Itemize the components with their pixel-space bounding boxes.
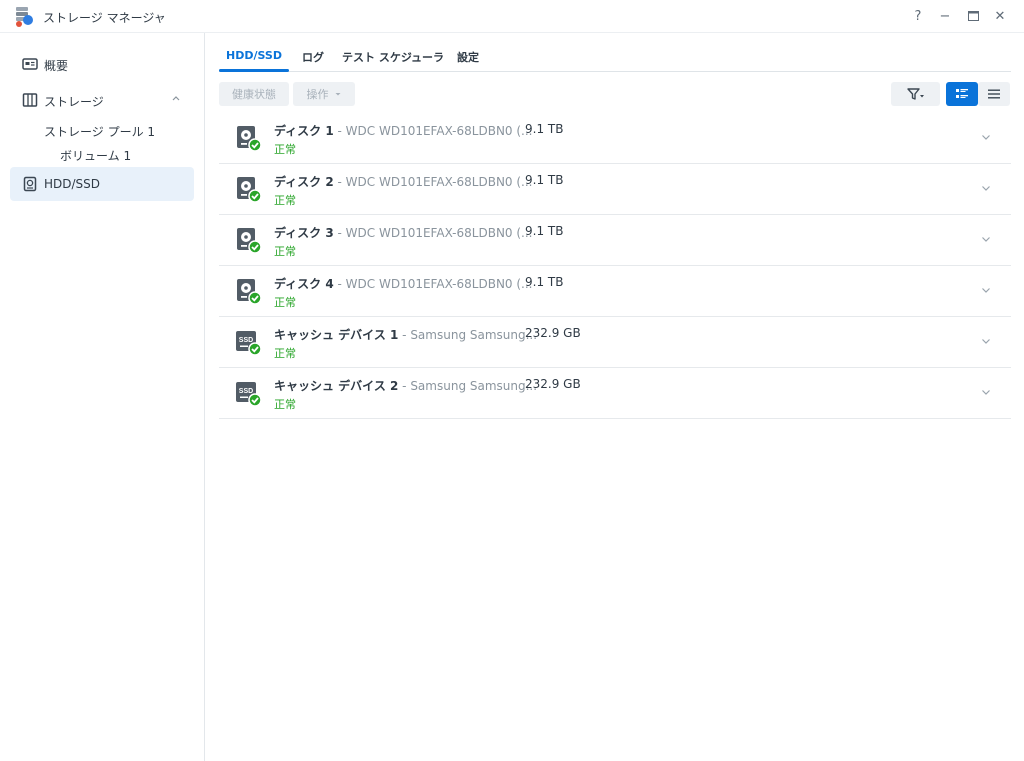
maximize-button[interactable]	[962, 5, 984, 27]
disk-capacity: 232.9 GB	[525, 326, 581, 340]
disk-model: - Samsung Samsung...	[398, 379, 538, 393]
disk-title: ディスク 1 - WDC WD101EFAX-68LDBN0 (...	[274, 122, 533, 139]
sidebar-item-hdd-ssd[interactable]: HDD/SSD	[10, 167, 194, 201]
disk-status: 正常	[274, 194, 296, 207]
chevron-up-icon[interactable]	[170, 92, 182, 104]
ssd-status-ok-icon: SSD	[236, 331, 262, 356]
toolbar: 健康状態 操作	[219, 82, 1011, 106]
tab-bar: HDD/SSD ログ テスト スケジューラ 設定	[219, 33, 1011, 72]
disk-row-1[interactable]: ディスク 1 - WDC WD101EFAX-68LDBN0 (... 9.1 …	[219, 113, 1011, 164]
sidebar-item-label: HDD/SSD	[44, 177, 101, 191]
sidebar-item-label: 概要	[44, 59, 69, 73]
filter-icon	[906, 88, 924, 100]
disk-row-5[interactable]: SSD キャッシュ デバイス 1 - Samsung Samsung... 23…	[219, 317, 1011, 368]
disk-row-6[interactable]: SSD キャッシュ デバイス 2 - Samsung Samsung... 23…	[219, 368, 1011, 419]
health-status-label: 健康状態	[232, 88, 276, 101]
disk-model: - WDC WD101EFAX-68LDBN0 (...	[333, 277, 533, 291]
window-title: ストレージ マネージャ	[43, 11, 166, 25]
ssd-status-ok-icon: SSD	[236, 382, 262, 407]
disk-row-2[interactable]: ディスク 2 - WDC WD101EFAX-68LDBN0 (... 9.1 …	[219, 164, 1011, 215]
main-panel: HDD/SSD ログ テスト スケジューラ 設定 健康状態 操作 ディスク 1 …	[219, 33, 1011, 761]
sidebar-item-volume-1[interactable]: ボリューム 1	[60, 147, 131, 164]
disk-status: 正常	[274, 347, 296, 360]
disk-title: キャッシュ デバイス 2 - Samsung Samsung...	[274, 377, 537, 394]
disk-model: - WDC WD101EFAX-68LDBN0 (...	[333, 175, 533, 189]
hdd-status-ok-icon	[237, 228, 262, 254]
disk-model: - WDC WD101EFAX-68LDBN0 (...	[333, 124, 533, 138]
disk-name: キャッシュ デバイス 2	[274, 379, 399, 393]
disk-status: 正常	[274, 143, 296, 156]
detail-view-icon	[956, 89, 968, 98]
overview-icon	[22, 58, 38, 70]
maximize-icon	[967, 11, 979, 21]
disk-title: キャッシュ デバイス 1 - Samsung Samsung...	[274, 326, 537, 343]
disk-status: 正常	[274, 296, 296, 309]
sidebar: 概要 ストレージ ストレージ プール 1 ボリューム 1 HDD/SSD	[0, 33, 205, 761]
list-view-button[interactable]	[978, 82, 1010, 106]
disk-capacity: 9.1 TB	[525, 224, 564, 238]
health-status-button[interactable]: 健康状態	[219, 82, 289, 106]
disk-name: ディスク 4	[274, 277, 334, 291]
disk-title: ディスク 3 - WDC WD101EFAX-68LDBN0 (...	[274, 224, 533, 241]
list-view-icon	[988, 89, 1000, 99]
chevron-down-icon[interactable]	[980, 233, 992, 245]
disk-status: 正常	[274, 398, 296, 411]
disk-status: 正常	[274, 245, 296, 258]
disk-row-3[interactable]: ディスク 3 - WDC WD101EFAX-68LDBN0 (... 9.1 …	[219, 215, 1011, 266]
filter-button[interactable]	[891, 82, 940, 106]
chevron-down-icon[interactable]	[980, 386, 992, 398]
disk-row-4[interactable]: ディスク 4 - WDC WD101EFAX-68LDBN0 (... 9.1 …	[219, 266, 1011, 317]
sidebar-item-overview[interactable]: 概要	[10, 47, 194, 81]
caret-down-icon	[335, 93, 340, 96]
tab-log[interactable]: ログ	[302, 49, 324, 65]
hdd-status-ok-icon	[237, 279, 262, 305]
disk-capacity: 232.9 GB	[525, 377, 581, 391]
sidebar-item-storage-pool-1[interactable]: ストレージ プール 1	[44, 123, 155, 140]
chevron-down-icon[interactable]	[980, 284, 992, 296]
chevron-down-icon[interactable]	[980, 335, 992, 347]
storage-manager-app-icon	[16, 7, 33, 27]
minimize-button[interactable]: −	[934, 5, 956, 27]
ssd-label: SSD	[239, 388, 253, 395]
action-dropdown-button[interactable]: 操作	[293, 82, 355, 106]
disk-model: - Samsung Samsung...	[398, 328, 538, 342]
active-tab-indicator	[219, 69, 289, 72]
disk-name: ディスク 1	[274, 124, 334, 138]
hdd-status-ok-icon	[237, 177, 262, 203]
tab-test-scheduler[interactable]: テスト スケジューラ	[342, 49, 444, 65]
chevron-down-icon[interactable]	[980, 182, 992, 194]
storage-manager-window: ストレージ マネージャ ? − ✕ 概要 ストレージ ストレージ プール 1 ボ…	[0, 0, 1024, 761]
ssd-label: SSD	[239, 337, 253, 344]
disk-title: ディスク 2 - WDC WD101EFAX-68LDBN0 (...	[274, 173, 533, 190]
close-button[interactable]: ✕	[989, 5, 1011, 27]
disk-name: ディスク 3	[274, 226, 334, 240]
hdd-status-ok-icon	[237, 126, 262, 152]
disk-title: ディスク 4 - WDC WD101EFAX-68LDBN0 (...	[274, 275, 533, 292]
disk-capacity: 9.1 TB	[525, 122, 564, 136]
chevron-down-icon[interactable]	[980, 131, 992, 143]
disk-capacity: 9.1 TB	[525, 275, 564, 289]
disk-capacity: 9.1 TB	[525, 173, 564, 187]
title-bar: ストレージ マネージャ ? − ✕	[0, 0, 1024, 33]
detail-view-button[interactable]	[946, 82, 978, 106]
disk-name: キャッシュ デバイス 1	[274, 328, 399, 342]
storage-icon	[22, 93, 38, 107]
sidebar-item-storage[interactable]: ストレージ	[10, 83, 194, 117]
help-button[interactable]: ?	[907, 5, 929, 27]
action-label: 操作	[306, 88, 329, 101]
disk-model: - WDC WD101EFAX-68LDBN0 (...	[333, 226, 533, 240]
hdd-icon	[23, 176, 37, 192]
disk-name: ディスク 2	[274, 175, 334, 189]
tab-settings[interactable]: 設定	[457, 49, 479, 65]
sidebar-item-label: ストレージ	[44, 95, 104, 109]
tab-hdd-ssd[interactable]: HDD/SSD	[226, 49, 282, 62]
